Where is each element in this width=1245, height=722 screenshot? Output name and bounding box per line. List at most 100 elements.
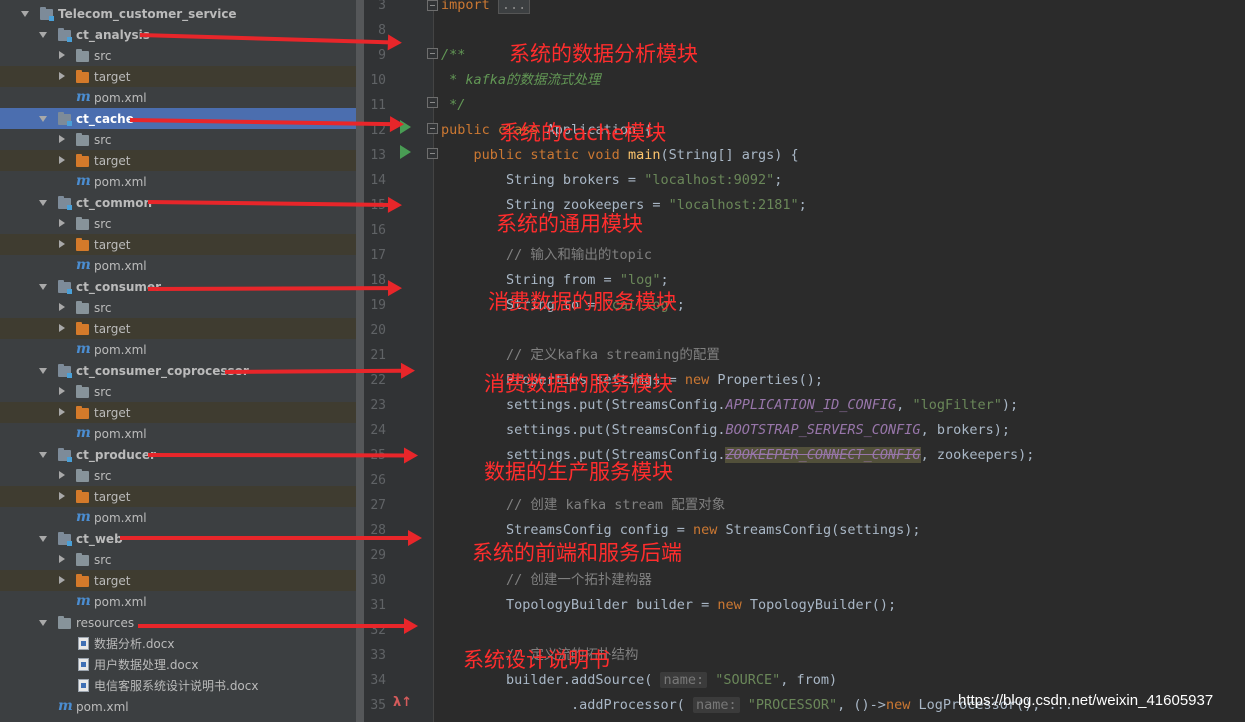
arrow-head-icon xyxy=(400,362,416,379)
tree-item-src[interactable]: src xyxy=(0,129,356,150)
item-label: pom.xml xyxy=(94,594,147,609)
word-document-icon xyxy=(78,658,89,671)
item-label: 电信客服系统设计说明书.docx xyxy=(94,679,259,693)
module-folder-icon xyxy=(58,364,72,378)
collapse-arrow-icon[interactable] xyxy=(59,240,65,248)
expand-arrow-icon[interactable] xyxy=(39,452,47,458)
expand-arrow-icon[interactable] xyxy=(39,284,47,290)
line-number: 30 xyxy=(370,573,386,588)
tree-item-pom[interactable]: m pom.xml xyxy=(0,171,356,192)
watermark: https://blog.csdn.net/weixin_41605937 xyxy=(958,692,1214,709)
tree-item-src[interactable]: src xyxy=(0,549,356,570)
annotation-label: 消费数据的服务模块 xyxy=(488,290,677,314)
tree-item-target[interactable]: target xyxy=(0,66,356,87)
tree-item-pom[interactable]: m pom.xml xyxy=(0,423,356,444)
line-number: 35 xyxy=(370,698,386,713)
expand-arrow-icon[interactable] xyxy=(39,536,47,542)
excluded-folder-icon xyxy=(76,70,89,83)
module-label: ct_cache xyxy=(76,111,134,126)
tree-file-docx[interactable]: 用户数据处理.docx xyxy=(0,654,356,675)
line-number: 19 xyxy=(370,298,386,313)
tree-file-docx[interactable]: 电信客服系统设计说明书.docx xyxy=(0,675,356,696)
tree-root[interactable]: Telecom_customer_service xyxy=(0,3,356,24)
item-label: target xyxy=(94,237,131,252)
tree-item-pom[interactable]: m pom.xml xyxy=(0,255,356,276)
fold-marker-icon[interactable] xyxy=(427,0,438,11)
expand-arrow-icon[interactable] xyxy=(39,32,47,38)
line-number: 29 xyxy=(370,548,386,563)
module-folder-icon xyxy=(58,532,72,546)
tree-item-target[interactable]: target xyxy=(0,570,356,591)
word-document-icon xyxy=(78,637,89,650)
collapse-arrow-icon[interactable] xyxy=(59,492,65,500)
tree-item-pom[interactable]: m pom.xml xyxy=(0,339,356,360)
fold-marker-icon[interactable] xyxy=(427,48,438,59)
collapse-arrow-icon[interactable] xyxy=(59,303,65,311)
tree-item-src[interactable]: src xyxy=(0,465,356,486)
collapse-arrow-icon[interactable] xyxy=(59,576,65,584)
collapse-arrow-icon[interactable] xyxy=(59,555,65,563)
tree-folder-resources[interactable]: resources xyxy=(0,612,356,633)
collapse-arrow-icon[interactable] xyxy=(59,408,65,416)
collapse-arrow-icon[interactable] xyxy=(59,324,65,332)
code-line: /** xyxy=(441,47,466,63)
arrow-head-icon xyxy=(403,447,419,464)
item-label: src xyxy=(94,300,112,315)
collapse-arrow-icon[interactable] xyxy=(59,156,65,164)
collapse-arrow-icon[interactable] xyxy=(59,387,65,395)
item-label: pom.xml xyxy=(94,258,147,273)
line-number: 11 xyxy=(370,98,386,113)
fold-marker-icon[interactable] xyxy=(427,123,438,134)
run-icon[interactable] xyxy=(400,145,411,159)
excluded-folder-icon xyxy=(76,238,89,251)
folder-icon xyxy=(76,217,89,230)
panel-splitter[interactable] xyxy=(356,0,364,722)
line-number: 3 xyxy=(378,0,386,13)
tree-item-pom[interactable]: m pom.xml xyxy=(0,591,356,612)
expand-arrow-icon[interactable] xyxy=(21,11,29,17)
line-number: 21 xyxy=(370,348,386,363)
tree-item-target[interactable]: target xyxy=(0,234,356,255)
collapse-arrow-icon[interactable] xyxy=(59,72,65,80)
item-label: 数据分析.docx xyxy=(94,637,175,651)
maven-icon: m xyxy=(76,257,91,273)
expand-arrow-icon[interactable] xyxy=(39,620,47,626)
module-label: ct_analysis xyxy=(76,27,150,42)
item-label: pom.xml xyxy=(76,699,129,714)
annotation-arrow xyxy=(138,618,418,634)
item-label: target xyxy=(94,573,131,588)
line-number: 10 xyxy=(370,73,386,88)
fold-marker-icon[interactable] xyxy=(427,97,438,108)
tree-item-src[interactable]: src xyxy=(0,381,356,402)
tree-item-src[interactable]: src xyxy=(0,213,356,234)
module-label: ct_producer xyxy=(76,447,156,462)
tree-item-pom[interactable]: m pom.xml xyxy=(0,87,356,108)
line-number: 23 xyxy=(370,398,386,413)
tree-item-root-pom[interactable]: m pom.xml xyxy=(0,696,356,717)
code-line: // 输入和输出的topic xyxy=(441,247,653,263)
tree-item-target[interactable]: target xyxy=(0,150,356,171)
collapse-arrow-icon[interactable] xyxy=(59,135,65,143)
expand-arrow-icon[interactable] xyxy=(39,200,47,206)
tree-item-target[interactable]: target xyxy=(0,402,356,423)
line-number: 24 xyxy=(370,423,386,438)
tree-item-src[interactable]: src xyxy=(0,45,356,66)
tree-item-pom[interactable]: m pom.xml xyxy=(0,507,356,528)
maven-icon: m xyxy=(76,89,91,105)
tree-item-target[interactable]: target xyxy=(0,318,356,339)
tree-item-target[interactable]: target xyxy=(0,486,356,507)
collapse-arrow-icon[interactable] xyxy=(59,471,65,479)
item-label: src xyxy=(94,132,112,147)
excluded-folder-icon xyxy=(76,322,89,335)
expand-arrow-icon[interactable] xyxy=(39,116,47,122)
collapse-arrow-icon[interactable] xyxy=(59,51,65,59)
expand-arrow-icon[interactable] xyxy=(39,368,47,374)
tree-file-docx[interactable]: 数据分析.docx xyxy=(0,633,356,654)
tree-item-src[interactable]: src xyxy=(0,297,356,318)
fold-marker-icon[interactable] xyxy=(427,148,438,159)
lambda-icon[interactable]: λ↑ xyxy=(393,695,412,710)
annotation-label: 系统的前端和服务后端 xyxy=(472,541,682,565)
collapse-arrow-icon[interactable] xyxy=(59,219,65,227)
maven-icon: m xyxy=(76,425,91,441)
item-label: src xyxy=(94,552,112,567)
